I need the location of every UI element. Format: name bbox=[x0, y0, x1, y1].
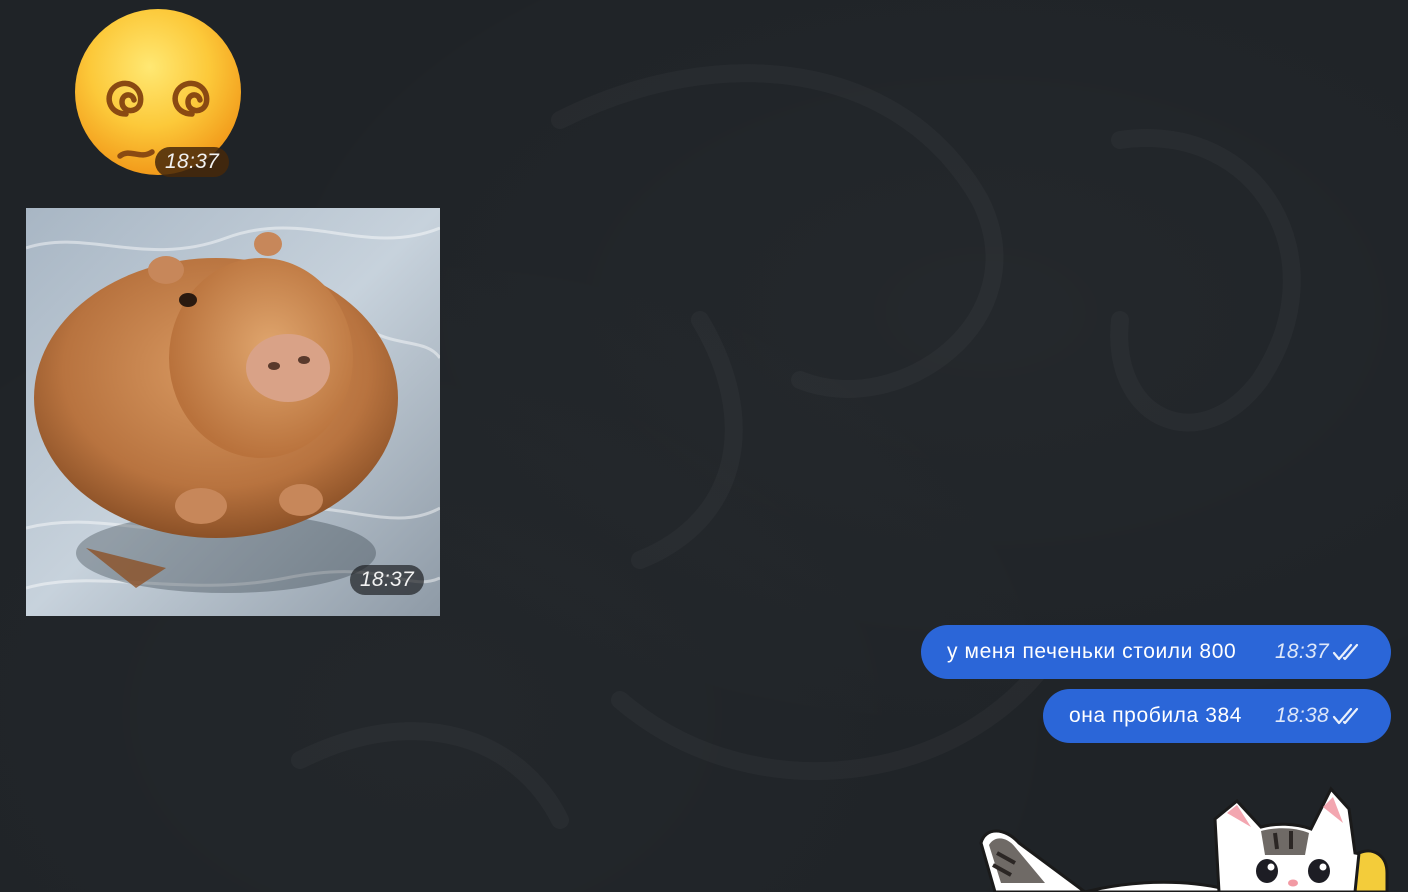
message-meta: 18:38 bbox=[1275, 704, 1362, 728]
emoji-sticker-message[interactable]: 18:37 bbox=[74, 8, 244, 178]
outgoing-message-bubble[interactable]: она пробила 384 18:38 bbox=[1043, 689, 1391, 743]
double-check-icon bbox=[1332, 643, 1359, 661]
message-time: 18:37 bbox=[1274, 640, 1329, 663]
message-time: 18:38 bbox=[1274, 704, 1329, 727]
double-check-icon bbox=[1332, 707, 1359, 725]
message-time: 18:37 bbox=[349, 565, 424, 595]
capybara-photo bbox=[26, 208, 440, 616]
message-text: она пробила 384 bbox=[1069, 704, 1243, 727]
message-meta: 18:37 bbox=[1275, 640, 1362, 664]
outgoing-message-bubble[interactable]: у меня печеньки стоили 800 18:37 bbox=[921, 625, 1391, 679]
message-time: 18:37 bbox=[155, 147, 230, 177]
photo-message[interactable]: 18:37 bbox=[26, 208, 440, 616]
chat-area[interactable]: 18:37 18:37 у меня печеньки стоили 800 1… bbox=[0, 0, 1408, 892]
cat-sticker[interactable] bbox=[975, 783, 1395, 892]
message-text: у меня печеньки стоили 800 bbox=[947, 640, 1237, 663]
